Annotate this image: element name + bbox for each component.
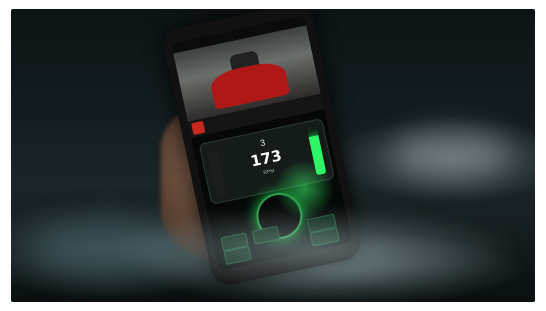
background-bokeh: [391, 129, 511, 179]
foreground-blur: [11, 199, 535, 302]
team-badge-icon: [191, 120, 206, 136]
photo-frame: 3 173 RPM: [11, 9, 535, 302]
